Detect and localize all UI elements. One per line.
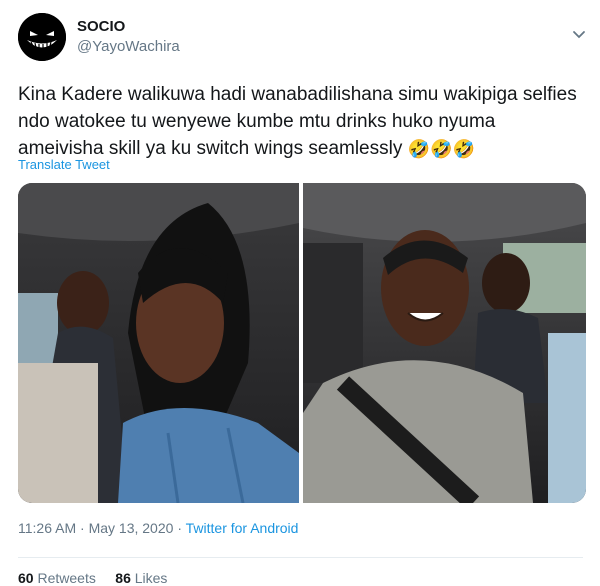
- separator-dot: ·: [177, 520, 182, 536]
- right-photo-image: [303, 183, 586, 503]
- tweet-metadata: 11:26 AM · May 13, 2020 · Twitter for An…: [18, 520, 298, 536]
- likes-stat[interactable]: 86 Likes: [115, 570, 167, 586]
- tweet-time[interactable]: 11:26 AM: [18, 520, 76, 536]
- rofl-emoji: 🤣🤣🤣: [407, 139, 475, 159]
- display-name[interactable]: SOCIO: [77, 18, 125, 35]
- left-photo-image: [18, 183, 299, 503]
- likes-label: Likes: [134, 570, 168, 586]
- retweets-count: 60: [18, 570, 34, 586]
- retweets-label: Retweets: [37, 570, 96, 586]
- tweet-body: Kina Kadere walikuwa hadi wanabadilishan…: [18, 84, 577, 159]
- grinning-face-icon: [18, 13, 66, 61]
- divider: [18, 557, 583, 558]
- tweet-source-link[interactable]: Twitter for Android: [186, 520, 299, 536]
- tweet-media[interactable]: [18, 183, 586, 503]
- chevron-down-icon[interactable]: [572, 30, 586, 40]
- retweets-stat[interactable]: 60 Retweets: [18, 570, 96, 586]
- separator-dot: ·: [80, 520, 85, 536]
- avatar[interactable]: [18, 13, 66, 61]
- tweet-text: Kina Kadere walikuwa hadi wanabadilishan…: [18, 81, 583, 163]
- car-selfie-woman-photo[interactable]: [18, 183, 299, 503]
- car-selfie-man-photo[interactable]: [303, 183, 586, 503]
- tweet-date[interactable]: May 13, 2020: [89, 520, 174, 536]
- translate-tweet-link[interactable]: Translate Tweet: [18, 157, 110, 172]
- tweet-stats: 60 Retweets 86 Likes: [18, 570, 167, 586]
- likes-count: 86: [115, 570, 131, 586]
- user-handle[interactable]: @YayoWachira: [77, 38, 180, 55]
